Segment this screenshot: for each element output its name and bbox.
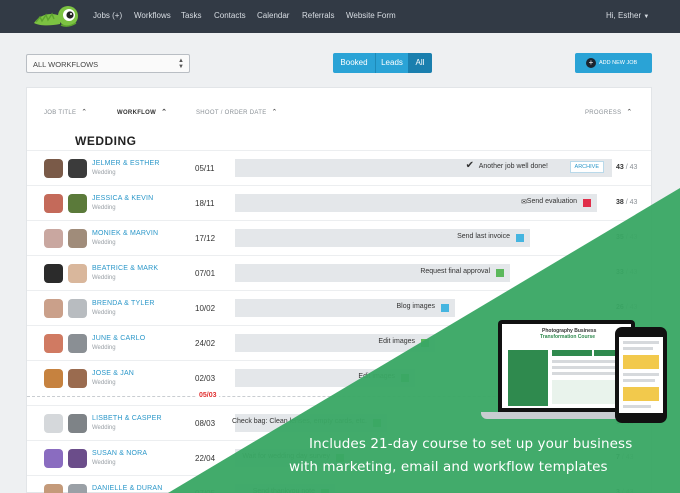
phone-banner [623, 355, 659, 369]
laptop-subheading: Transformation Course [540, 334, 596, 340]
phone-text-line [623, 347, 653, 350]
promo-line-2: with marketing, email and workflow templ… [289, 459, 608, 475]
phone-text-line [623, 341, 659, 344]
phone-text-line [623, 373, 659, 376]
phone-screen-content [619, 337, 663, 413]
phone-mockup [615, 327, 667, 423]
phone-text-line [623, 405, 651, 408]
phone-text-line [623, 379, 655, 382]
laptop-video-panel [508, 350, 548, 406]
promo-overlay [168, 188, 680, 493]
phone-banner [623, 387, 659, 401]
laptop-screen-content: Photography Business Transformation Cour… [502, 324, 631, 408]
promo-line-1: Includes 21-day course to set up your bu… [309, 436, 633, 452]
laptop-text-line [552, 366, 622, 369]
laptop-tab [552, 350, 592, 356]
